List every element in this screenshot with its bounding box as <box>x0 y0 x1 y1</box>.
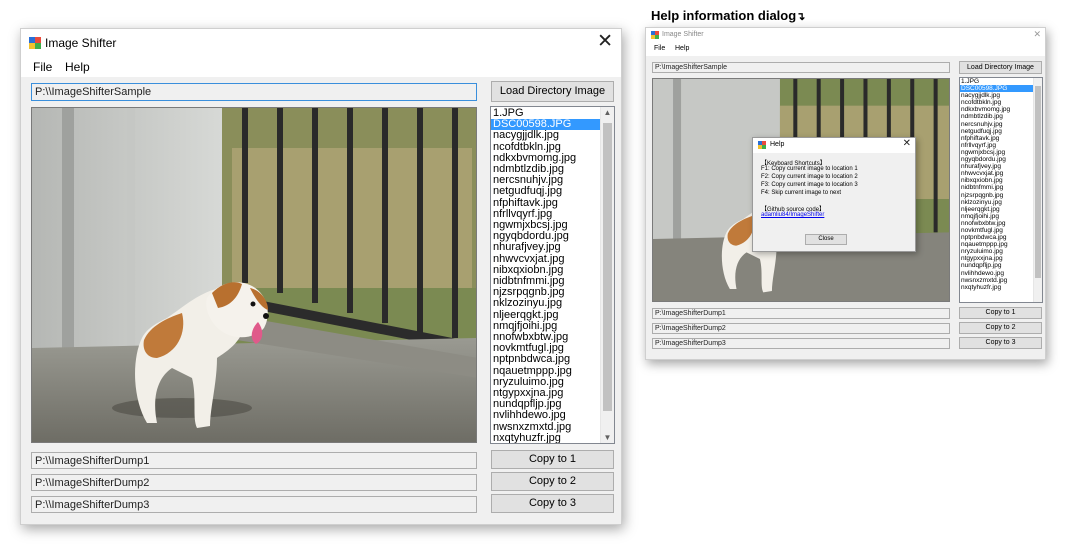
close-icon[interactable]: ✕ <box>597 32 613 52</box>
copy-to-2-button[interactable]: Copy to 2 <box>491 472 614 491</box>
small-window-title: Image Shifter <box>662 31 704 38</box>
small-file-list-scrollbar[interactable] <box>1033 78 1042 302</box>
small-file-item[interactable]: nnofwbxbtw.jpg <box>960 220 1042 227</box>
copy-to-1-button[interactable]: Copy to 1 <box>491 450 614 469</box>
small-scroll-thumb[interactable] <box>1035 86 1041 278</box>
help-close-icon[interactable]: ✕ <box>903 138 911 149</box>
small-source-path-field[interactable]: P:\ImageShifterSample <box>652 62 950 73</box>
small-file-item[interactable]: nfphiftavk.jpg <box>960 135 1042 142</box>
shortcut-f1: F1: Copy current image to location 1 <box>761 166 858 172</box>
main-file-item[interactable]: netgudfuqj.jpg <box>491 186 614 197</box>
small-dump-path-3[interactable]: P:\ImageShifterDump3 <box>652 338 950 349</box>
shortcut-f4: F4: Skip current image to next <box>761 190 842 196</box>
small-file-item[interactable]: ngwmjxbcsj.jpg <box>960 149 1042 156</box>
small-file-item[interactable]: 1.JPG <box>960 78 1042 85</box>
scroll-thumb[interactable] <box>603 123 612 411</box>
small-file-item[interactable]: netgudfuqj.jpg <box>960 128 1042 135</box>
shortcut-f3: F3: Copy current image to location 3 <box>761 182 858 188</box>
small-copy-to-2-button[interactable]: Copy to 2 <box>959 322 1042 334</box>
small-file-item[interactable]: nibxqxiobn.jpg <box>960 177 1042 184</box>
help-title: Help <box>770 141 785 148</box>
caption: Help information dialog↴ <box>651 8 806 23</box>
menu-file[interactable]: File <box>33 60 52 74</box>
small-file-item[interactable]: nptpnbdwca.jpg <box>960 234 1042 241</box>
small-file-item[interactable]: nundqpfljp.jpg <box>960 262 1042 269</box>
small-load-directory-button[interactable]: Load Directory Image <box>959 61 1042 74</box>
small-file-item[interactable]: ndmbtlzdib.jpg <box>960 113 1042 120</box>
small-file-item[interactable]: novkmtfugl.jpg <box>960 227 1042 234</box>
small-dump-path-1[interactable]: P:\ImageShifterDump1 <box>652 308 950 319</box>
dump-path-3[interactable]: P:\\ImageShifterDump3 <box>31 496 477 513</box>
help-title-bar[interactable]: Help ✕ <box>753 138 915 153</box>
arrow-icon: ↴ <box>796 11 806 23</box>
small-file-item[interactable]: nljeerqgkt.jpg <box>960 206 1042 213</box>
load-directory-button[interactable]: Load Directory Image <box>491 81 614 102</box>
small-title-bar[interactable]: Image Shifter ✕ <box>646 28 1045 43</box>
small-file-item[interactable]: nhwvcvxjat.jpg <box>960 170 1042 177</box>
small-copy-to-1-button[interactable]: Copy to 1 <box>959 307 1042 319</box>
scroll-down-icon[interactable]: ▼ <box>601 433 614 442</box>
small-menu-file[interactable]: File <box>654 45 665 52</box>
main-file-item[interactable]: nptpnbdwca.jpg <box>491 354 614 365</box>
small-file-item[interactable]: nwsnxzmxtd.jpg <box>960 277 1042 284</box>
main-window: Image Shifter ✕ File Help P:\\ImageShift… <box>20 28 622 525</box>
small-file-item[interactable]: nryzuluimo.jpg <box>960 248 1042 255</box>
small-file-item[interactable]: DSC00598.JPG <box>960 85 1042 93</box>
small-file-item[interactable]: nqauetmppp.jpg <box>960 241 1042 248</box>
main-file-item[interactable]: nhurafjvey.jpg <box>491 242 614 253</box>
menu-bar: File Help <box>21 57 621 77</box>
copy-to-3-button[interactable]: Copy to 3 <box>491 494 614 513</box>
github-link[interactable]: adamliu84/ImageShifter <box>761 212 824 218</box>
main-file-item[interactable]: nklzozinyu.jpg <box>491 298 614 309</box>
small-file-list[interactable]: 1.JPG DSC00598.JPG nacygjjdlk.jpg ncofdtbkl… <box>959 77 1043 303</box>
dog-photo <box>32 108 476 442</box>
small-close-icon[interactable]: ✕ <box>1033 29 1041 40</box>
small-file-item[interactable]: nklzozinyu.jpg <box>960 199 1042 206</box>
small-file-item[interactable]: nidbtnfmmi.jpg <box>960 184 1042 191</box>
help-app-icon <box>758 141 766 149</box>
shortcut-f2: F2: Copy current image to location 2 <box>761 174 858 180</box>
menu-help[interactable]: Help <box>65 60 90 74</box>
dump-path-1[interactable]: P:\\ImageShifterDump1 <box>31 452 477 469</box>
small-file-item[interactable]: njzsrpqgnb.jpg <box>960 192 1042 199</box>
source-path-field[interactable]: P:\\ImageShifterSample <box>31 83 477 101</box>
main-file-item[interactable]: nxqtyhuzfr.jpg <box>491 432 614 443</box>
help-close-button[interactable]: Close <box>805 234 847 245</box>
help-dialog: Help ✕ 【Keyboard Shortcuts】 F1: Copy cur… <box>752 137 916 252</box>
small-dump-path-2[interactable]: P:\ImageShifterDump2 <box>652 323 950 334</box>
small-app-icon <box>651 31 659 39</box>
main-file-item[interactable]: nacygjjdlk.jpg <box>491 130 614 141</box>
small-file-item[interactable]: nhurafjvey.jpg <box>960 163 1042 170</box>
file-list-scrollbar[interactable]: ▲ ▼ <box>600 107 614 443</box>
small-file-item[interactable]: nercsnuhjv.jpg <box>960 121 1042 128</box>
small-file-item[interactable]: nmqjfjoihi.jpg <box>960 213 1042 220</box>
file-list[interactable]: 1.JPG DSC00598.JPG nacygjjdlk.jpg ncofdtbkl… <box>490 106 615 444</box>
small-menu-help[interactable]: Help <box>675 45 689 52</box>
scroll-up-icon[interactable]: ▲ <box>601 108 614 117</box>
small-menu-bar: File Help <box>646 43 1045 56</box>
image-preview <box>31 107 477 443</box>
small-file-item[interactable]: nvlihhdewo.jpg <box>960 270 1042 277</box>
small-file-item[interactable]: ngyqbdordu.jpg <box>960 156 1042 163</box>
small-file-item[interactable]: nxqtyhuzfr.jpg <box>960 284 1042 291</box>
small-file-item[interactable]: ndkxbvmomg.jpg <box>960 106 1042 113</box>
dump-path-2[interactable]: P:\\ImageShifterDump2 <box>31 474 477 491</box>
small-file-item[interactable]: nacygjjdlk.jpg <box>960 92 1042 99</box>
title-bar[interactable]: Image Shifter ✕ <box>21 29 621 57</box>
window-title: Image Shifter <box>45 36 117 50</box>
app-icon <box>29 37 41 49</box>
small-copy-to-3-button[interactable]: Copy to 3 <box>959 337 1042 349</box>
small-file-item[interactable]: nfrllvqyrf.jpg <box>960 142 1042 149</box>
main-file-item[interactable]: nvlihhdewo.jpg <box>491 410 614 421</box>
small-file-item[interactable]: ntgypxxjna.jpg <box>960 255 1042 262</box>
small-file-item[interactable]: ncofdtbkln.jpg <box>960 99 1042 106</box>
